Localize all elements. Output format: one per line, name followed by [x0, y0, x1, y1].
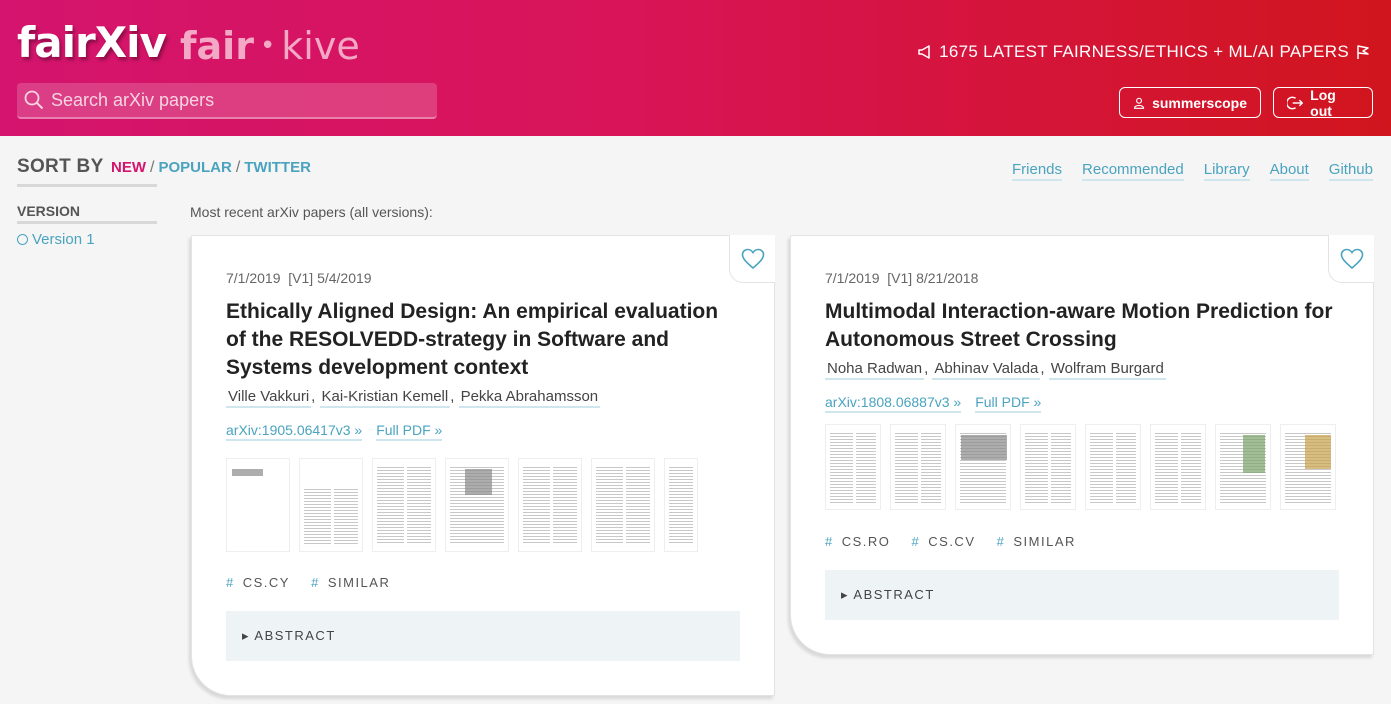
search-icon: [24, 90, 44, 110]
abstract-toggle[interactable]: ▸ ABSTRACT: [825, 570, 1339, 620]
flag-icon: [1357, 45, 1369, 59]
paper-date: 7/1/2019: [226, 270, 281, 286]
favorite-button[interactable]: [729, 235, 775, 283]
pdf-page-thumbnail: [664, 458, 698, 552]
version-item-label: Version 1: [32, 231, 95, 248]
favorite-button[interactable]: [1328, 235, 1374, 283]
author-link[interactable]: Wolfram Burgard: [1048, 360, 1166, 380]
paper-version-date: [V1] 8/21/2018: [887, 270, 979, 286]
author-link[interactable]: Abhinav Valada: [932, 360, 1041, 380]
pdf-page-thumbnail: [518, 458, 582, 552]
author-link[interactable]: Ville Vakkuri: [226, 388, 312, 408]
version-filter-item[interactable]: Version 1: [17, 231, 95, 248]
section-heading: Most recent arXiv papers (all versions):: [190, 204, 433, 220]
pdf-thumbnails[interactable]: [226, 458, 698, 552]
nav-friends-link[interactable]: Friends: [1011, 161, 1063, 181]
pdf-page-thumbnail: [226, 458, 290, 552]
heart-icon: [741, 248, 764, 269]
pdf-page-thumbnail: [890, 424, 946, 510]
tag-link[interactable]: # CS.RO: [825, 534, 898, 549]
heart-icon: [1340, 248, 1363, 269]
nav-recommended-link[interactable]: Recommended: [1082, 161, 1184, 181]
paper-authors: Ville Vakkuri, Kai-Kristian Kemell, Pekk…: [226, 388, 601, 408]
paper-title[interactable]: Ethically Aligned Design: An empirical e…: [226, 298, 736, 382]
paper-date: 7/1/2019: [825, 270, 880, 286]
user-name-label: summerscope: [1152, 94, 1247, 111]
version-header: VERSION: [17, 203, 157, 224]
header-banner: fairXiv fair•kive 1675 LATEST FAIRNESS/E…: [0, 0, 1391, 136]
full-pdf-link[interactable]: Full PDF »: [975, 394, 1042, 413]
megaphone-icon: [918, 45, 930, 59]
sort-separator: /: [235, 159, 241, 176]
paper-dates: 7/1/2019 [V1] 5/4/2019: [226, 270, 372, 286]
search-input[interactable]: [51, 89, 421, 111]
tagline-text: 1675 LATEST FAIRNESS/ETHICS + ML/AI PAPE…: [939, 42, 1349, 61]
full-pdf-link[interactable]: Full PDF »: [376, 422, 443, 441]
search-bar[interactable]: [17, 83, 437, 119]
pdf-page-thumbnail: [299, 458, 363, 552]
tag-link[interactable]: # CS.CV: [912, 534, 984, 549]
sort-option-popular[interactable]: POPULAR: [158, 159, 231, 176]
tag-link[interactable]: # CS.CY: [226, 575, 298, 590]
sub-logo-kive: kive: [281, 24, 360, 68]
paper-card: 7/1/2019 [V1] 5/4/2019 Ethically Aligned…: [191, 235, 775, 696]
author-link[interactable]: Noha Radwan: [825, 360, 925, 380]
arxiv-link[interactable]: arXiv:1808.06887v3 »: [825, 394, 962, 413]
author-link[interactable]: Kai-Kristian Kemell: [319, 388, 451, 408]
pdf-page-thumbnail: [372, 458, 436, 552]
logout-label: Log out: [1310, 86, 1336, 119]
pdf-page-thumbnail: [1020, 424, 1076, 510]
sort-option-twitter[interactable]: TWITTER: [244, 159, 311, 176]
pdf-page-thumbnail: [1280, 424, 1336, 510]
logout-icon: [1287, 96, 1304, 109]
sort-separator: /: [150, 159, 155, 176]
pdf-page-thumbnail: [1085, 424, 1141, 510]
paper-tags: # CS.RO # CS.CV # SIMILAR: [825, 534, 1092, 549]
pdf-page-thumbnail: [955, 424, 1011, 510]
pdf-page-thumbnail: [445, 458, 509, 552]
sort-option-new[interactable]: NEW: [111, 159, 146, 176]
arxiv-link[interactable]: arXiv:1905.06417v3 »: [226, 422, 363, 441]
paper-links: arXiv:1808.06887v3 » Full PDF »: [825, 394, 1055, 413]
sub-logo[interactable]: fair • kive: [180, 24, 360, 68]
pdf-thumbnails[interactable]: [825, 424, 1336, 510]
pdf-page-thumbnail: [1150, 424, 1206, 510]
pdf-page-thumbnail: [825, 424, 881, 510]
user-icon: [1133, 97, 1145, 109]
user-profile-button[interactable]: summerscope: [1119, 87, 1261, 118]
paper-tags: # CS.CY # SIMILAR: [226, 575, 406, 590]
sort-by-label: SORT BY: [17, 156, 104, 177]
nav-about-link[interactable]: About: [1269, 161, 1309, 181]
nav-library-link[interactable]: Library: [1203, 161, 1250, 181]
tag-link[interactable]: # SIMILAR: [997, 534, 1084, 549]
radio-circle-icon: [17, 234, 28, 245]
app-logo[interactable]: fairXiv: [17, 18, 167, 67]
paper-title[interactable]: Multimodal Interaction-aware Motion Pred…: [825, 298, 1335, 354]
top-nav: Friends Recommended Library About Github: [1011, 161, 1373, 181]
tagline: 1675 LATEST FAIRNESS/ETHICS + ML/AI PAPE…: [917, 42, 1371, 62]
pdf-page-thumbnail: [591, 458, 655, 552]
paper-authors: Noha Radwan, Abhinav Valada, Wolfram Bur…: [825, 360, 1166, 380]
paper-version-date: [V1] 5/4/2019: [288, 270, 372, 286]
pdf-page-thumbnail: [1215, 424, 1271, 510]
sort-by-bar: SORT BY NEW / POPULAR / TWITTER: [17, 156, 311, 187]
sub-logo-fair: fair: [180, 24, 254, 68]
author-link[interactable]: Pekka Abrahamsson: [458, 388, 601, 408]
paper-dates: 7/1/2019 [V1] 8/21/2018: [825, 270, 978, 286]
paper-card: 7/1/2019 [V1] 8/21/2018 Multimodal Inter…: [790, 235, 1374, 655]
abstract-toggle[interactable]: ▸ ABSTRACT: [226, 611, 740, 661]
paper-links: arXiv:1905.06417v3 » Full PDF »: [226, 422, 456, 441]
logout-button[interactable]: Log out: [1273, 86, 1373, 119]
tag-link[interactable]: # SIMILAR: [311, 575, 398, 590]
sub-logo-dot: •: [259, 31, 276, 61]
nav-github-link[interactable]: Github: [1328, 161, 1373, 181]
